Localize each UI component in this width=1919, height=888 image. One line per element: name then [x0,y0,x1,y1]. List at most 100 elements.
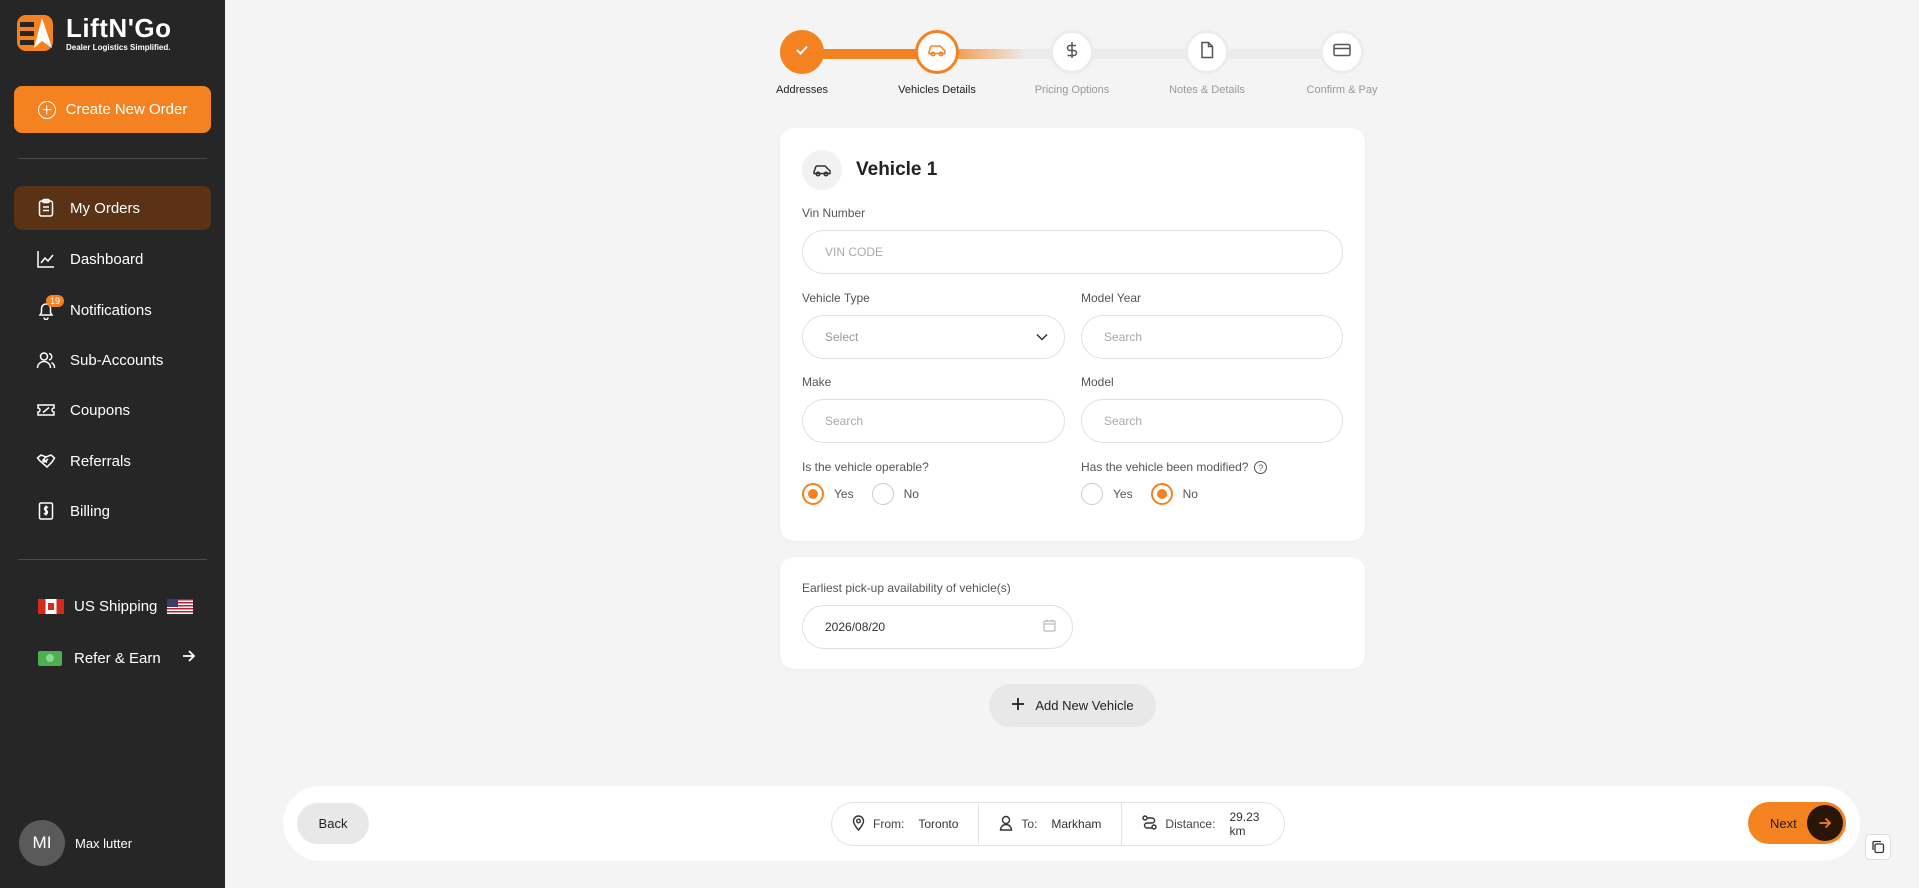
sidebar-item-dashboard[interactable]: Dashboard [14,237,211,281]
logo[interactable]: LiftN'Go Dealer Logistics Simplified. [16,12,172,54]
sidebar-item-label: Notifications [70,301,152,319]
arrow-right-icon [1807,805,1843,841]
modified-yes-radio[interactable] [1081,483,1103,505]
sidebar-item-label: My Orders [70,199,141,217]
step-confirm-pay[interactable] [1320,30,1364,74]
step-notes-details[interactable] [1185,30,1229,74]
operable-yes-radio[interactable] [802,483,824,505]
plus-circle-icon [37,100,56,119]
ticket-icon [36,400,56,420]
notifications-badge: 19 [46,295,65,307]
dollar-icon [1065,41,1079,64]
sidebar-item-label: Referrals [70,452,131,470]
money-icon [38,650,62,666]
radio-label: No [1182,487,1198,501]
radio-label: Yes [1113,487,1133,501]
clipboard-icon [36,198,56,218]
sidebar-item-label: Billing [70,502,111,520]
calendar-icon [1043,619,1056,635]
pickup-card: Earliest pick-up availability of vehicle… [780,557,1365,669]
distance-label: Distance: [1165,817,1216,831]
step-addresses[interactable] [780,30,824,74]
sidebar-item-sub-accounts[interactable]: Sub-Accounts [14,338,211,382]
user-profile[interactable]: MI Max lutter [19,820,132,866]
operable-no-radio[interactable] [871,483,894,505]
sidebar-item-referrals[interactable]: Referrals [14,439,211,483]
make-label: Make [802,375,832,389]
vin-input[interactable] [802,230,1343,274]
stepper-track [935,49,1335,59]
create-new-order-button[interactable]: Create New Order [14,86,211,133]
sidebar-item-notifications[interactable]: 19 Notifications [14,288,211,332]
pickup-date-value: 2026/08/20 [825,620,886,634]
back-button[interactable]: Back [297,803,369,844]
us-shipping-toggle[interactable]: US Shipping [38,598,194,615]
chart-icon [36,249,56,269]
brand-name: LiftN'Go [66,13,172,43]
modified-no-radio[interactable] [1150,483,1173,505]
user-name: Max lutter [75,835,133,851]
divider [18,559,207,560]
modified-radio-group: Yes No [1081,483,1206,505]
operable-radio-group: Yes No [802,483,927,505]
model-input[interactable] [1081,399,1343,443]
divider [18,158,207,159]
pickup-label: Earliest pick-up availability of vehicle… [802,581,1011,595]
step-label: Pricing Options [1034,84,1110,96]
next-label: Next [1770,815,1797,831]
arrow-right-icon [181,648,197,668]
car-icon [927,43,947,62]
next-button[interactable]: Next [1748,802,1846,844]
sidebar-item-coupons[interactable]: Coupons [14,388,211,432]
add-new-vehicle-label: Add New Vehicle [1035,698,1134,713]
route-distance: Distance: 29.23 km [1121,803,1284,845]
model-year-label: Model Year [1081,291,1142,305]
sidebar-item-label: Coupons [70,401,131,419]
model-label: Model [1081,375,1114,389]
route-from: From: Toronto [832,803,978,845]
copy-icon[interactable] [1865,834,1891,860]
help-icon[interactable]: ? [1254,461,1268,475]
radio-label: Yes [834,487,854,501]
sidebar-item-my-orders[interactable]: My Orders [14,186,211,230]
vin-label: Vin Number [802,206,866,220]
step-label: Vehicles Details [898,84,976,96]
step-label: Confirm & Pay [1306,84,1378,96]
to-value: Markham [1051,817,1102,831]
usa-flag-icon [167,599,194,614]
vehicle-card: Vehicle 1 Vin Number Vehicle Type Select… [780,128,1365,541]
pickup-date-input[interactable]: 2026/08/20 [802,605,1073,649]
bell-icon: 19 [36,295,65,320]
check-icon [795,43,809,62]
step-vehicles-details[interactable] [915,30,959,74]
vehicle-type-label: Vehicle Type [802,291,870,305]
map-pin-icon [852,814,865,834]
chevron-down-icon [1036,330,1048,344]
from-label: From: [873,817,905,831]
make-input[interactable] [802,399,1065,443]
sidebar-item-label: Sub-Accounts [70,351,164,369]
from-value: Toronto [918,817,959,831]
sidebar: LiftN'Go Dealer Logistics Simplified. Cr… [0,0,225,888]
add-new-vehicle-button[interactable]: Add New Vehicle [989,684,1156,727]
avatar: MI [19,820,65,866]
refer-and-earn-link[interactable]: Refer & Earn [38,648,197,668]
modified-label-text: Has the vehicle been modified? [1081,460,1249,474]
operable-label: Is the vehicle operable? [802,460,929,474]
brand-tagline: Dealer Logistics Simplified. [66,43,171,52]
model-year-input[interactable] [1081,315,1343,359]
to-label: To: [1021,817,1038,831]
radio-label: No [903,487,919,501]
handshake-icon [36,451,56,471]
vehicle-type-select[interactable]: Select [802,315,1065,359]
vehicle-type-value: Select [825,330,859,344]
logo-icon [16,12,58,54]
vehicle-title-text: Vehicle 1 [856,159,938,180]
refer-and-earn-label: Refer & Earn [74,649,161,667]
step-pricing-options[interactable] [1050,30,1094,74]
sidebar-item-billing[interactable]: Billing [14,489,211,533]
create-new-order-label: Create New Order [65,101,188,118]
plus-icon [1011,697,1025,714]
route-icon [1142,815,1158,833]
receipt-icon [36,501,56,521]
